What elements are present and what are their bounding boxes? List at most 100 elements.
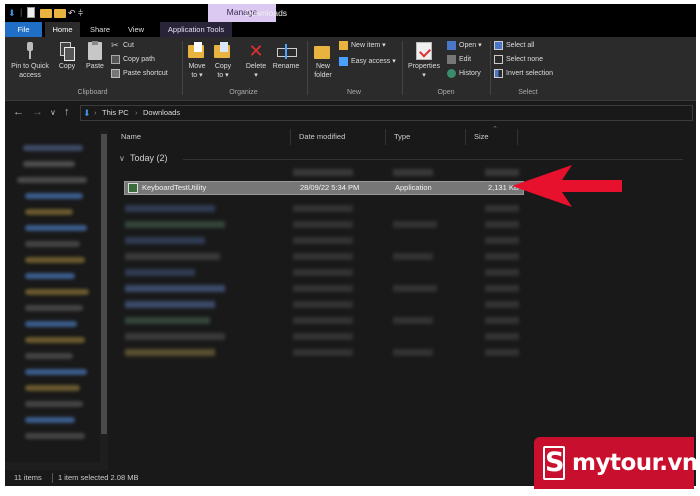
nav-item-blurred[interactable] bbox=[25, 321, 77, 327]
nav-item-blurred[interactable] bbox=[25, 241, 80, 247]
undo-icon[interactable]: ↶ bbox=[68, 7, 76, 19]
tab-file[interactable]: File bbox=[5, 22, 42, 37]
blurred-cell bbox=[485, 237, 519, 244]
column-header-type[interactable]: Type bbox=[386, 129, 466, 145]
column-header-name[interactable]: Name bbox=[113, 129, 291, 145]
breadcrumb-downloads[interactable]: Downloads bbox=[143, 106, 180, 120]
table-row[interactable] bbox=[125, 301, 215, 308]
select-none-button[interactable]: Select none bbox=[494, 54, 543, 65]
column-header-date[interactable]: Date modified bbox=[291, 129, 386, 145]
explorer-icon[interactable]: ⬇ bbox=[8, 7, 16, 19]
select-none-icon bbox=[494, 54, 503, 64]
ribbon-divider bbox=[182, 41, 183, 95]
file-explorer-window: ⬇ | ↶ ⫩ Manage Downloads File Home Share… bbox=[5, 4, 696, 486]
group-collapse-chevron-icon[interactable]: ∨ bbox=[119, 154, 125, 163]
open-button[interactable]: Open ▾ bbox=[447, 40, 482, 51]
group-divider bbox=[183, 159, 683, 160]
rename-button[interactable]: Rename bbox=[270, 42, 302, 71]
nav-item-blurred[interactable] bbox=[25, 209, 73, 215]
table-row-selected[interactable]: KeyboardTestUtility 28/09/22 5:34 PM App… bbox=[124, 181, 524, 195]
dropdown-arrow-icon: ▾ bbox=[199, 72, 203, 79]
pin-to-quick-access-button[interactable]: Pin to Quick access bbox=[8, 42, 52, 80]
back-arrow-icon[interactable]: ← bbox=[13, 106, 24, 118]
easy-access-button[interactable]: Easy access ▾ bbox=[339, 56, 396, 67]
forward-arrow-icon[interactable]: → bbox=[32, 106, 43, 118]
table-row[interactable] bbox=[125, 253, 220, 260]
navigation-pane[interactable] bbox=[5, 125, 108, 469]
paste-shortcut-icon bbox=[111, 68, 120, 78]
new-item-button[interactable]: New item ▾ bbox=[339, 40, 386, 51]
table-row[interactable] bbox=[125, 205, 215, 212]
tab-view[interactable]: View bbox=[121, 22, 151, 37]
nav-item-blurred[interactable] bbox=[25, 225, 87, 231]
logo-mark-icon: S bbox=[543, 446, 565, 480]
select-all-button[interactable]: Select all bbox=[494, 40, 534, 51]
edit-button[interactable]: Edit bbox=[447, 54, 471, 65]
history-icon bbox=[447, 68, 456, 78]
properties-quick-icon[interactable] bbox=[27, 7, 35, 18]
nav-item-blurred[interactable] bbox=[25, 257, 85, 263]
nav-item-blurred[interactable] bbox=[17, 177, 87, 183]
paste-button[interactable]: Paste bbox=[82, 41, 108, 71]
table-row[interactable] bbox=[125, 349, 215, 356]
tab-application-tools[interactable]: Application Tools bbox=[160, 22, 232, 37]
dropdown-arrow-icon: ▾ bbox=[392, 58, 396, 65]
blurred-cell bbox=[293, 253, 353, 260]
blurred-cell bbox=[293, 169, 353, 176]
nav-item-blurred[interactable] bbox=[25, 353, 73, 359]
table-row[interactable] bbox=[125, 285, 225, 292]
table-row[interactable] bbox=[125, 237, 205, 244]
invert-selection-icon bbox=[494, 68, 503, 78]
copy-button[interactable]: Copy bbox=[55, 42, 79, 71]
copy-to-button[interactable]: Copy to ▾ bbox=[211, 42, 235, 80]
nav-item-blurred[interactable] bbox=[25, 273, 75, 279]
group-header-today[interactable]: Today (2) bbox=[130, 153, 168, 163]
nav-item-blurred[interactable] bbox=[25, 289, 89, 295]
nav-item-blurred[interactable] bbox=[25, 337, 85, 343]
copy-path-button[interactable]: Copy path bbox=[111, 54, 155, 65]
nav-item-blurred[interactable] bbox=[23, 145, 83, 151]
customize-quick-access-icon[interactable]: ⫩ bbox=[78, 7, 83, 19]
paste-shortcut-button[interactable]: Paste shortcut bbox=[111, 68, 168, 79]
blurred-cell bbox=[485, 301, 519, 308]
blurred-cell bbox=[485, 253, 519, 260]
history-button[interactable]: History bbox=[447, 68, 481, 79]
blurred-cell bbox=[293, 317, 353, 324]
new-folder-quick-icon[interactable] bbox=[40, 9, 52, 18]
up-arrow-icon[interactable]: ↑ bbox=[64, 106, 70, 118]
folder-quick-icon[interactable] bbox=[54, 9, 66, 18]
edit-icon bbox=[447, 54, 456, 64]
status-item-count: 11 items bbox=[14, 473, 42, 482]
nav-item-blurred[interactable] bbox=[25, 193, 83, 199]
properties-button[interactable]: Properties ▾ bbox=[405, 42, 443, 80]
status-divider bbox=[52, 473, 53, 483]
table-row[interactable] bbox=[125, 269, 195, 276]
new-folder-button[interactable]: New folder bbox=[310, 42, 336, 80]
nav-item-blurred[interactable] bbox=[25, 385, 80, 391]
mytour-logo: S mytour.vn bbox=[534, 437, 698, 489]
window-title: Downloads bbox=[245, 8, 288, 18]
ribbon-divider bbox=[402, 41, 403, 95]
nav-item-blurred[interactable] bbox=[25, 433, 85, 439]
table-row[interactable] bbox=[125, 333, 225, 340]
cut-button[interactable]: ✂ Cut bbox=[111, 40, 134, 51]
table-row[interactable] bbox=[125, 221, 225, 228]
nav-pane-horizontal-scrollbar[interactable] bbox=[5, 462, 108, 470]
move-to-button[interactable]: Move to ▾ bbox=[185, 42, 209, 80]
delete-button[interactable]: ✕ Delete ▾ bbox=[242, 42, 270, 80]
nav-item-blurred[interactable] bbox=[25, 305, 83, 311]
rename-icon bbox=[277, 42, 297, 60]
address-bar[interactable]: ⬇ › This PC › Downloads bbox=[80, 105, 693, 121]
tab-home[interactable]: Home bbox=[45, 22, 80, 37]
breadcrumb-this-pc[interactable]: This PC bbox=[102, 106, 129, 120]
invert-selection-button[interactable]: Invert selection bbox=[494, 68, 553, 79]
table-row[interactable] bbox=[125, 317, 210, 324]
nav-item-blurred[interactable] bbox=[23, 161, 75, 167]
delete-x-icon: ✕ bbox=[248, 41, 264, 61]
nav-item-blurred[interactable] bbox=[25, 417, 75, 423]
nav-pane-scroll-thumb[interactable] bbox=[101, 134, 107, 434]
nav-item-blurred[interactable] bbox=[25, 401, 83, 407]
tab-share[interactable]: Share bbox=[85, 22, 115, 37]
recent-locations-chevron-icon[interactable]: ∨ bbox=[50, 107, 56, 119]
nav-item-blurred[interactable] bbox=[25, 369, 87, 375]
